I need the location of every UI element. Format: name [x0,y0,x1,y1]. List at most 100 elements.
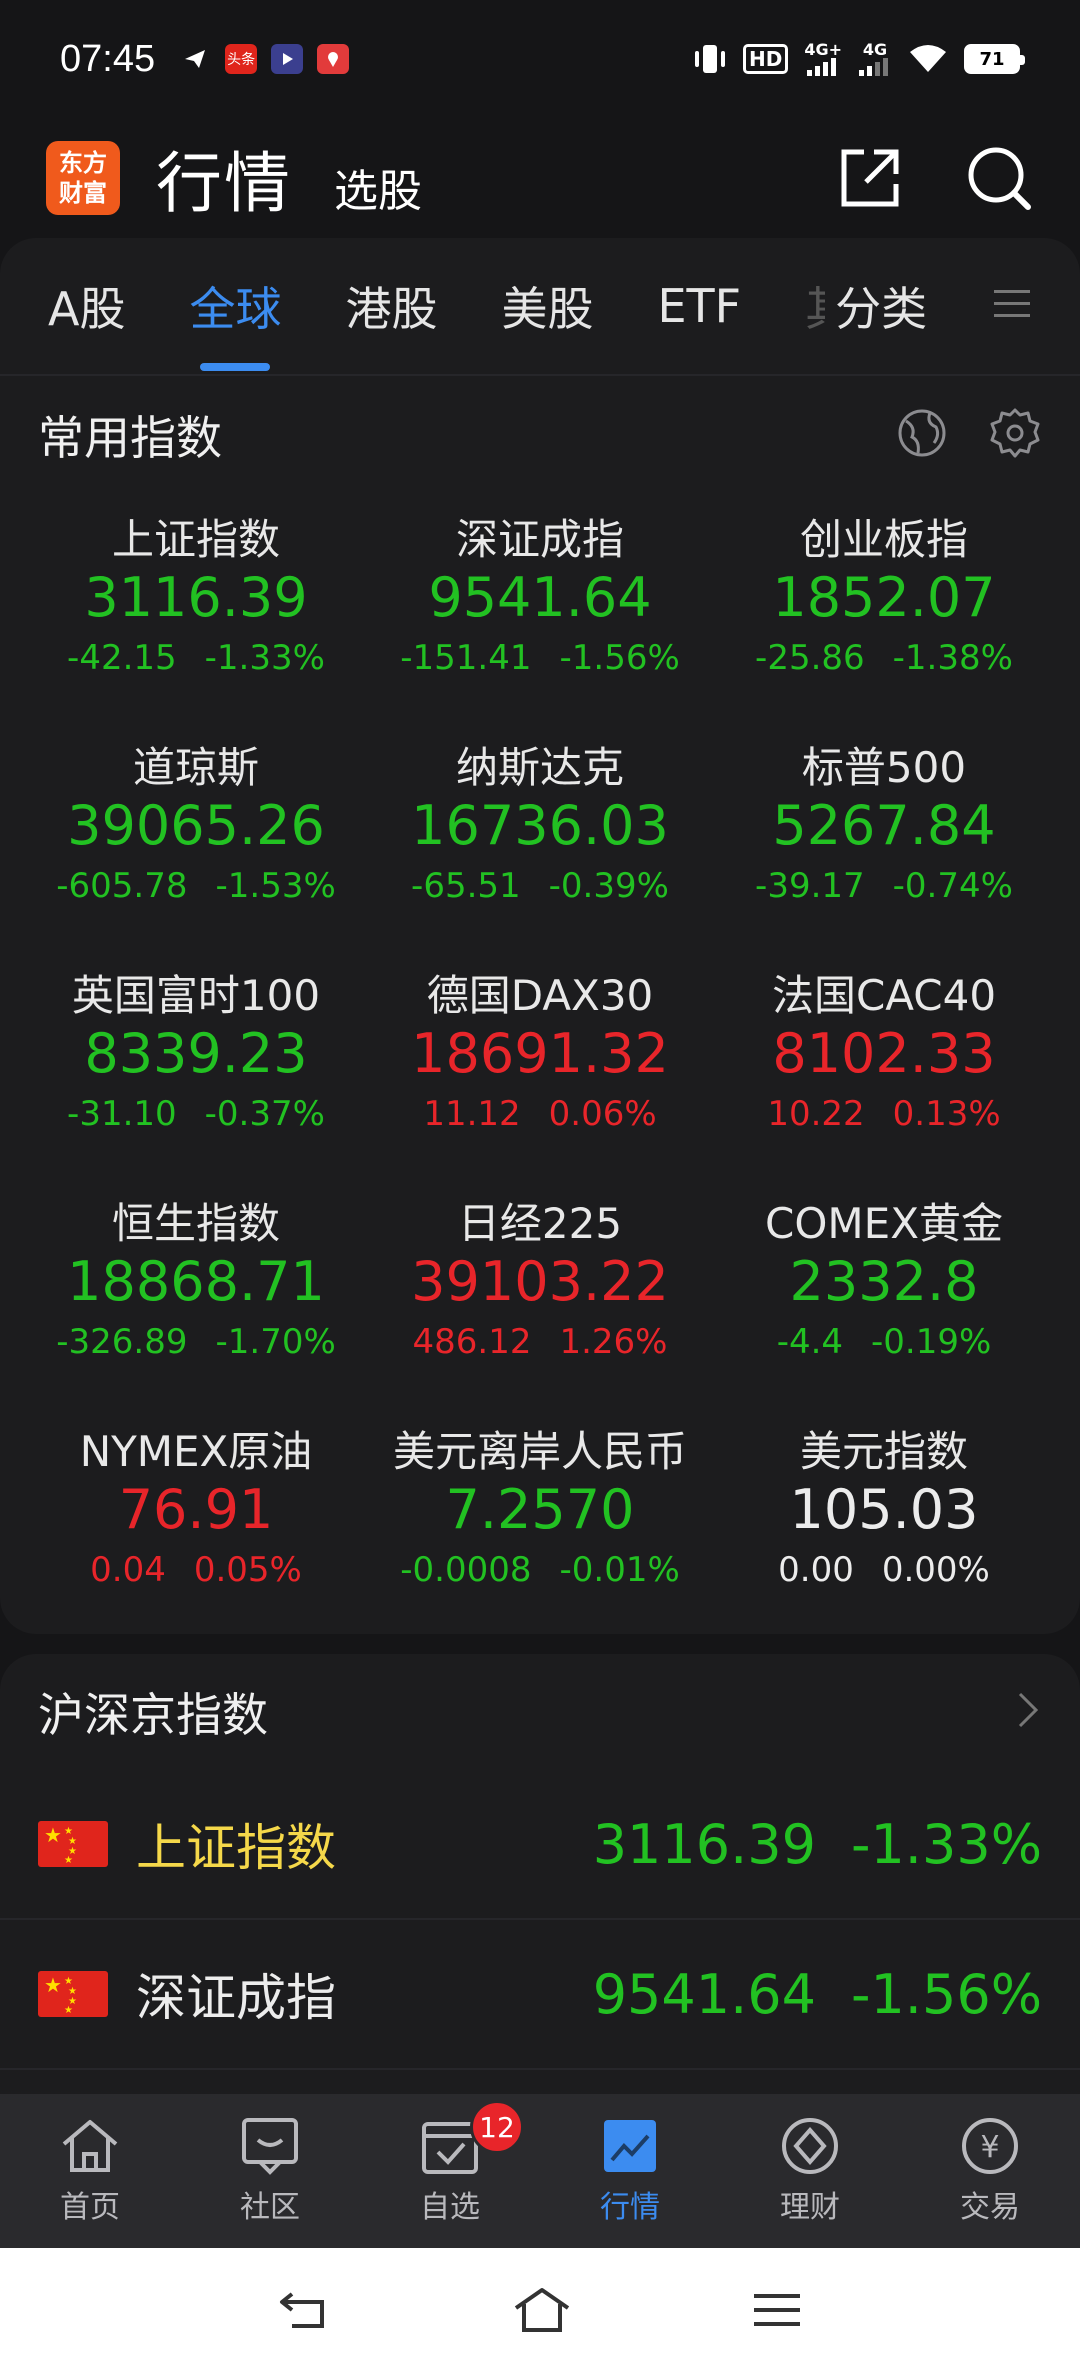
toutiao-app-label: 头条 [227,52,256,68]
index-card-nikkei225[interactable]: 日经225 39103.22 486.12 1.26% [368,1178,712,1406]
index-name: 美元指数 [799,1427,968,1476]
index-value: 9541.64 [428,566,652,629]
tab-us[interactable]: 美股 [501,237,593,375]
index-card-comex-gold[interactable]: COMEX黄金 2332.8 -4.4 -0.19% [712,1178,1056,1406]
tab-etf[interactable]: ETF [657,237,741,375]
china-flag-icon: ★ ★ ★ ★ ★ [38,1971,108,2017]
row-index-pct: -1.33% [850,1812,1042,1876]
china-flag-icon: ★ ★ ★ ★ ★ [38,1821,108,1867]
nav-label: 理财 [780,2190,840,2225]
share-button[interactable] [838,146,902,210]
tab-global[interactable]: 全球 [189,237,281,375]
battery-indicator: 71 [964,44,1025,74]
stock-picker-link[interactable]: 选股 [334,155,422,219]
tab-hk[interactable]: 港股 [345,237,437,375]
nav-home[interactable]: 首页 [0,2094,180,2248]
index-change: -31.10 [67,1094,177,1134]
index-value: 18868.71 [67,1250,325,1313]
index-pct: -1.70% [215,1322,336,1362]
tab-menu-button[interactable] [992,286,1032,326]
index-card-chinext[interactable]: 创业板指 1852.07 -25.86 -1.38% [712,494,1056,722]
index-name: 日经225 [457,1199,623,1248]
index-value: 2332.8 [789,1250,979,1313]
index-pct: -1.33% [204,638,325,678]
index-name: 英国富时100 [71,971,321,1020]
nav-community[interactable]: 社区 [180,2094,360,2248]
back-icon [280,2292,324,2328]
index-card-ftse100[interactable]: 英国富时100 8339.23 -31.10 -0.37% [24,950,368,1178]
index-name: 法国CAC40 [771,971,997,1020]
index-card-cac40[interactable]: 法国CAC40 8102.33 10.22 0.13% [712,950,1056,1178]
index-value: 105.03 [789,1478,979,1541]
globe-icon [898,409,946,457]
nav-market[interactable]: 行情 [540,2094,720,2248]
wealth-icon [782,2118,838,2174]
index-card-usdcnh[interactable]: 美元离岸人民币 7.2570 -0.0008 -0.01% [368,1406,712,1634]
system-recents-button[interactable] [752,2288,802,2336]
tab-category[interactable]: 分类 [835,237,927,375]
row-index-name: 上证指数 [136,1819,336,1877]
index-name: 创业板指 [799,515,968,564]
shj-indices-card: 沪深京指数 ★ ★ ★ ★ ★ 上证指数 3116.39 -1.33% ★ ★ … [0,1654,1080,2094]
status-notification-icons: 头条 [179,44,350,74]
index-change: 0.04 [90,1550,166,1590]
index-name: 上证指数 [111,515,280,564]
nav-label: 首页 [60,2190,120,2225]
index-card-dxy[interactable]: 美元指数 105.03 0.00 0.00% [712,1406,1056,1634]
nav-trade[interactable]: ¥ 交易 [900,2094,1080,2248]
nav-wealth[interactable]: 理财 [720,2094,900,2248]
index-pct: -0.37% [204,1094,325,1134]
index-change: -4.4 [776,1322,844,1362]
index-card-nasdaq[interactable]: 纳斯达克 16736.03 -65.51 -0.39% [368,722,712,950]
index-value: 16736.03 [411,794,669,857]
nav-label: 行情 [600,2190,660,2225]
shj-indices-header[interactable]: 沪深京指数 [0,1654,1080,1770]
index-card-szse[interactable]: 深证成指 9541.64 -151.41 -1.56% [368,494,712,722]
index-change: 486.12 [412,1322,532,1362]
index-change: 11.12 [423,1094,521,1134]
index-card-nymex-oil[interactable]: NYMEX原油 76.91 0.04 0.05% [24,1406,368,1634]
index-value: 7.2570 [445,1478,635,1541]
system-home-button[interactable] [512,2286,572,2338]
common-indices-title: 常用指数 [38,411,222,465]
eastmoney-logo[interactable]: 东方 财富 [46,141,120,215]
tab-a-shares[interactable]: A股 [48,237,125,375]
tab-other[interactable]: 其 [805,237,825,375]
index-pct: -0.01% [559,1550,680,1590]
index-name: 标普500 [801,743,967,792]
index-name: 纳斯达克 [455,743,624,792]
settings-button[interactable] [988,406,1042,464]
index-value: 39103.22 [411,1250,669,1313]
index-pct: 0.05% [193,1550,302,1590]
list-item[interactable]: ★ ★ ★ ★ ★ 上证指数 3116.39 -1.33% [0,1770,1080,1920]
index-card-dax30[interactable]: 德国DAX30 18691.32 11.12 0.06% [368,950,712,1178]
index-card-hsi[interactable]: 恒生指数 18868.71 -326.89 -1.70% [24,1178,368,1406]
index-pct: 1.26% [559,1322,668,1362]
index-pct: -0.74% [892,866,1013,906]
share-icon [841,149,899,207]
shj-indices-title: 沪深京指数 [38,1688,268,1742]
index-change: -25.86 [755,638,865,678]
index-pct: -0.19% [871,1322,992,1362]
watchlist-badge: 12 [470,2100,524,2154]
index-name: 美元离岸人民币 [392,1427,687,1476]
index-pct: -1.53% [215,866,336,906]
index-pct: 0.06% [548,1094,657,1134]
home-icon [62,2120,118,2172]
index-value: 5267.84 [772,794,996,857]
menu-icon [994,290,1030,317]
index-card-sse[interactable]: 上证指数 3116.39 -42.15 -1.33% [24,494,368,722]
chevron-right-icon [1014,1690,1042,1734]
nav-watchlist[interactable]: 12 自选 [360,2094,540,2248]
nav-label: 社区 [240,2190,300,2225]
index-card-sp500[interactable]: 标普500 5267.84 -39.17 -0.74% [712,722,1056,950]
list-item[interactable]: ★ ★ ★ ★ ★ 深证成指 9541.64 -1.56% [0,1920,1080,2070]
globe-button[interactable] [896,407,948,463]
global-indices-card: A股 全球 港股 美股 ETF 其 分类 常用指数 [0,238,1080,1634]
index-card-dow[interactable]: 道琼斯 39065.26 -605.78 -1.53% [24,722,368,950]
system-back-button[interactable] [278,2288,332,2336]
index-change: -151.41 [400,638,532,678]
home-outline-icon [514,2288,570,2332]
wifi-icon [910,45,946,72]
search-button[interactable] [964,143,1034,213]
